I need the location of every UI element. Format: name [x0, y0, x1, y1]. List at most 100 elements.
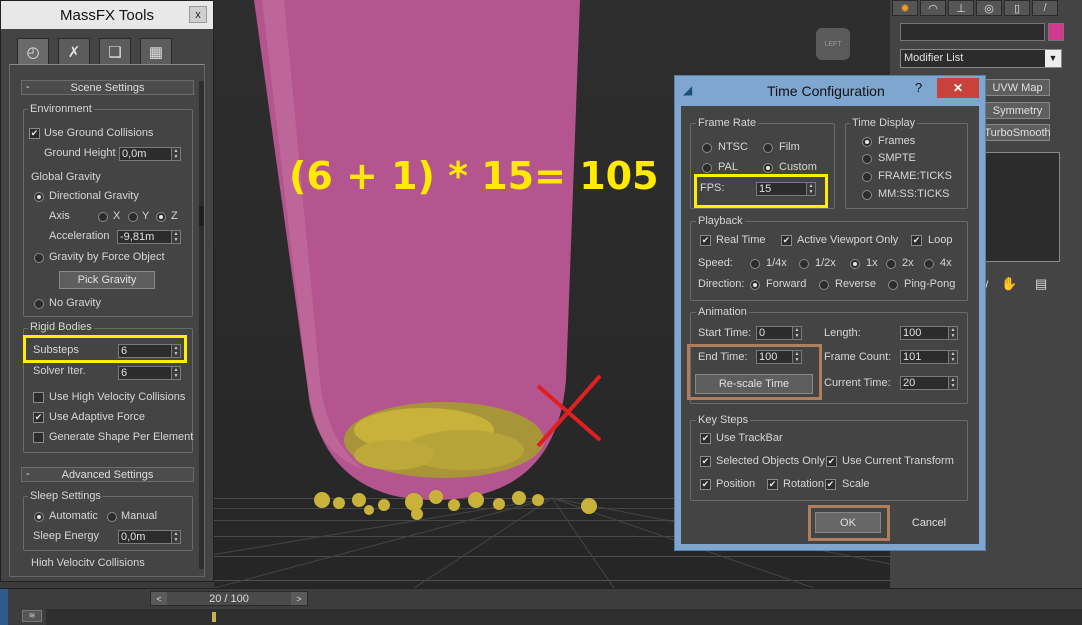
key-marker[interactable] — [212, 612, 216, 622]
modifier-turbosmooth[interactable]: TurboSmooth — [984, 124, 1051, 141]
acceleration-label: Acceleration — [49, 230, 110, 242]
hierarchy-tab-icon[interactable]: ⊥ — [948, 0, 974, 16]
no-gravity-radio[interactable] — [34, 299, 44, 309]
length-spinner[interactable]: 100 ▲ ▼ — [900, 326, 958, 340]
configure-sets-icon[interactable]: ▤ — [1035, 276, 1047, 292]
hand-icon[interactable]: ✋ — [1001, 276, 1017, 292]
generate-shape-checkbox[interactable] — [33, 432, 44, 443]
sleep-energy-spinner[interactable]: 0,0m ▲ ▼ — [118, 530, 181, 544]
axis-z-radio[interactable] — [156, 212, 166, 222]
massfx-close-button[interactable]: x — [189, 6, 207, 23]
spinner-arrows-icon[interactable]: ▲ ▼ — [171, 531, 180, 543]
use-current-transform-checkbox[interactable]: ✔ — [826, 456, 837, 467]
tools-tab[interactable]: ✗ — [58, 38, 90, 65]
edit-tab[interactable]: ❑ — [99, 38, 131, 65]
mmss-ticks-radio[interactable] — [862, 190, 872, 200]
current-time-spinner[interactable]: 20 ▲ ▼ — [900, 376, 958, 390]
real-time-checkbox[interactable]: ✔ — [700, 235, 711, 246]
scale-checkbox[interactable]: ✔ — [825, 479, 836, 490]
pal-radio[interactable] — [702, 163, 712, 173]
solver-iter-spinner[interactable]: 6 ▲ ▼ — [118, 366, 181, 380]
use-trackbar-checkbox[interactable]: ✔ — [700, 433, 711, 444]
sleep-automatic-radio[interactable] — [34, 512, 44, 522]
spinner-arrows-icon[interactable]: ▲ ▼ — [948, 351, 957, 363]
advanced-settings-rollout[interactable]: - Advanced Settings — [21, 467, 194, 482]
frame-count-value: 101 — [903, 351, 922, 363]
frames-radio[interactable] — [862, 137, 872, 147]
prev-frame-button[interactable]: < — [151, 592, 167, 605]
spinner-arrows-icon[interactable]: ▲ ▼ — [948, 327, 957, 339]
display-tab-icon[interactable]: ▯ — [1004, 0, 1030, 16]
spinner-arrows-icon[interactable]: ▲ ▼ — [171, 367, 180, 379]
spinner-arrows-icon[interactable]: ▲ ▼ — [948, 377, 957, 389]
spinner-arrows-icon[interactable]: ▲ ▼ — [792, 327, 801, 339]
spinner-arrows-icon[interactable]: ▲ ▼ — [171, 148, 180, 160]
direction-reverse-radio[interactable] — [819, 280, 829, 290]
speed-4x-radio[interactable] — [924, 259, 934, 269]
directional-gravity-radio[interactable] — [34, 192, 44, 202]
massfx-titlebar[interactable]: MassFX Tools x — [1, 1, 213, 29]
time-slider[interactable]: < 20 / 100 > — [150, 591, 308, 606]
advanced-settings-header: Advanced Settings — [61, 468, 154, 481]
active-viewport-checkbox[interactable]: ✔ — [781, 235, 792, 246]
time-slider-thumb[interactable]: 20 / 100 — [167, 592, 291, 605]
use-ground-collisions-checkbox[interactable]: ✔ — [29, 128, 40, 139]
modifier-symmetry[interactable]: Symmetry — [985, 102, 1050, 119]
custom-radio[interactable] — [763, 163, 773, 173]
loop-checkbox[interactable]: ✔ — [911, 235, 922, 246]
high-velocity-checkbox[interactable] — [33, 392, 44, 403]
rotation-checkbox[interactable]: ✔ — [767, 479, 778, 490]
particle-cluster — [344, 402, 544, 478]
track-bar[interactable] — [46, 609, 1082, 625]
gravity-by-force-radio[interactable] — [34, 253, 44, 263]
speed-half-radio[interactable] — [799, 259, 809, 269]
position-checkbox[interactable]: ✔ — [700, 479, 711, 490]
spinner-arrows-icon[interactable]: ▲ ▼ — [171, 231, 180, 243]
world-tab[interactable]: ◴ — [17, 38, 49, 65]
ntsc-radio[interactable] — [702, 143, 712, 153]
next-frame-button[interactable]: > — [291, 592, 307, 605]
massfx-scrollbar[interactable] — [199, 81, 204, 569]
scene-settings-rollout[interactable]: - Scene Settings — [21, 80, 194, 95]
display-tab[interactable]: ▦ — [140, 38, 172, 65]
create-tab-icon[interactable]: ✸ — [892, 0, 918, 16]
ground-height-spinner[interactable]: 0,0m ▲ ▼ — [119, 147, 181, 161]
modifier-stack[interactable] — [984, 152, 1060, 262]
modify-tab-icon[interactable]: ◠ — [920, 0, 946, 16]
viewcube-label: LEFT — [824, 40, 842, 48]
viewcube[interactable]: LEFT — [816, 28, 850, 60]
axis-x-radio[interactable] — [98, 212, 108, 222]
film-radio[interactable] — [763, 143, 773, 153]
modifier-list-dropdown[interactable]: Modifier List ▼ — [900, 49, 1062, 68]
acceleration-spinner[interactable]: -9,81m ▲ ▼ — [117, 230, 181, 244]
time-config-titlebar[interactable]: ◢ Time Configuration ? ✕ — [675, 76, 985, 104]
cancel-button[interactable]: Cancel — [893, 513, 965, 533]
speed-1x-radio[interactable] — [850, 259, 860, 269]
modifier-uvw-map[interactable]: UVW Map — [985, 79, 1050, 96]
utilities-tab-icon[interactable]: / — [1032, 0, 1058, 16]
ground-height-value: 0,0m — [122, 148, 147, 160]
massfx-scrollbar-thumb[interactable] — [199, 206, 204, 226]
speed-2x-radio[interactable] — [886, 259, 896, 269]
object-name-field[interactable] — [900, 23, 1045, 41]
direction-forward-radio[interactable] — [750, 280, 760, 290]
start-time-spinner[interactable]: 0 ▲ ▼ — [756, 326, 802, 340]
help-button[interactable]: ? — [915, 80, 931, 96]
smpte-radio[interactable] — [862, 154, 872, 164]
selected-only-checkbox[interactable]: ✔ — [700, 456, 711, 467]
sleep-manual-radio[interactable] — [107, 512, 117, 522]
direction-pingpong-radio[interactable] — [888, 280, 898, 290]
frame-ticks-radio[interactable] — [862, 172, 872, 182]
axis-y-radio[interactable] — [128, 212, 138, 222]
custom-label: Custom — [779, 161, 817, 173]
adaptive-force-checkbox[interactable]: ✔ — [33, 412, 44, 423]
use-trackbar-label: Use TrackBar — [716, 432, 783, 444]
time-config-close-button[interactable]: ✕ — [937, 78, 979, 98]
mini-curve-editor-icon[interactable]: ≋ — [22, 610, 42, 622]
object-color-swatch[interactable] — [1048, 23, 1064, 41]
frame-count-spinner[interactable]: 101 ▲ ▼ — [900, 350, 958, 364]
pick-gravity-button[interactable]: Pick Gravity — [59, 271, 155, 289]
ok-highlight — [808, 505, 890, 541]
motion-tab-icon[interactable]: ◎ — [976, 0, 1002, 16]
speed-quarter-radio[interactable] — [750, 259, 760, 269]
